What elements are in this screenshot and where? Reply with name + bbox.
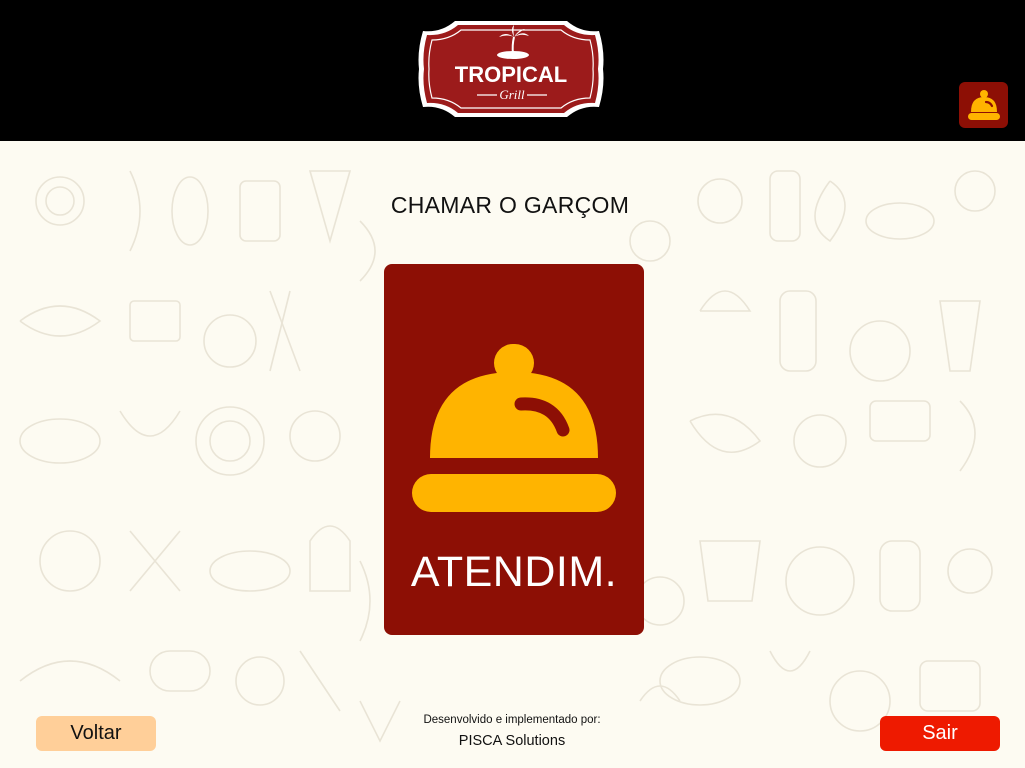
logo-sub-text: Grill <box>499 87 525 102</box>
credits-company: PISCA Solutions <box>458 733 566 749</box>
logo-brand-text: TROPICAL <box>455 62 567 87</box>
credits-caption: Desenvolvido e implementado por: <box>423 714 601 726</box>
exit-button[interactable]: Sair <box>880 716 1000 751</box>
call-waiter-card-label: ATENDIM. <box>410 548 618 596</box>
service-bell-icon <box>412 344 616 512</box>
service-bell-icon <box>967 90 1000 120</box>
page-title: CHAMAR O GARÇOM <box>390 192 630 218</box>
call-waiter-shortcut-button[interactable] <box>959 82 1008 128</box>
header-bar: TROPICAL Grill <box>0 0 1025 141</box>
tropical-grill-logo: TROPICAL Grill <box>418 21 604 117</box>
developer-credits: Desenvolvido e implementado por: PISCA S… <box>380 714 644 749</box>
back-button[interactable]: Voltar <box>36 716 156 751</box>
call-waiter-card-button[interactable]: ATENDIM. <box>384 264 644 635</box>
